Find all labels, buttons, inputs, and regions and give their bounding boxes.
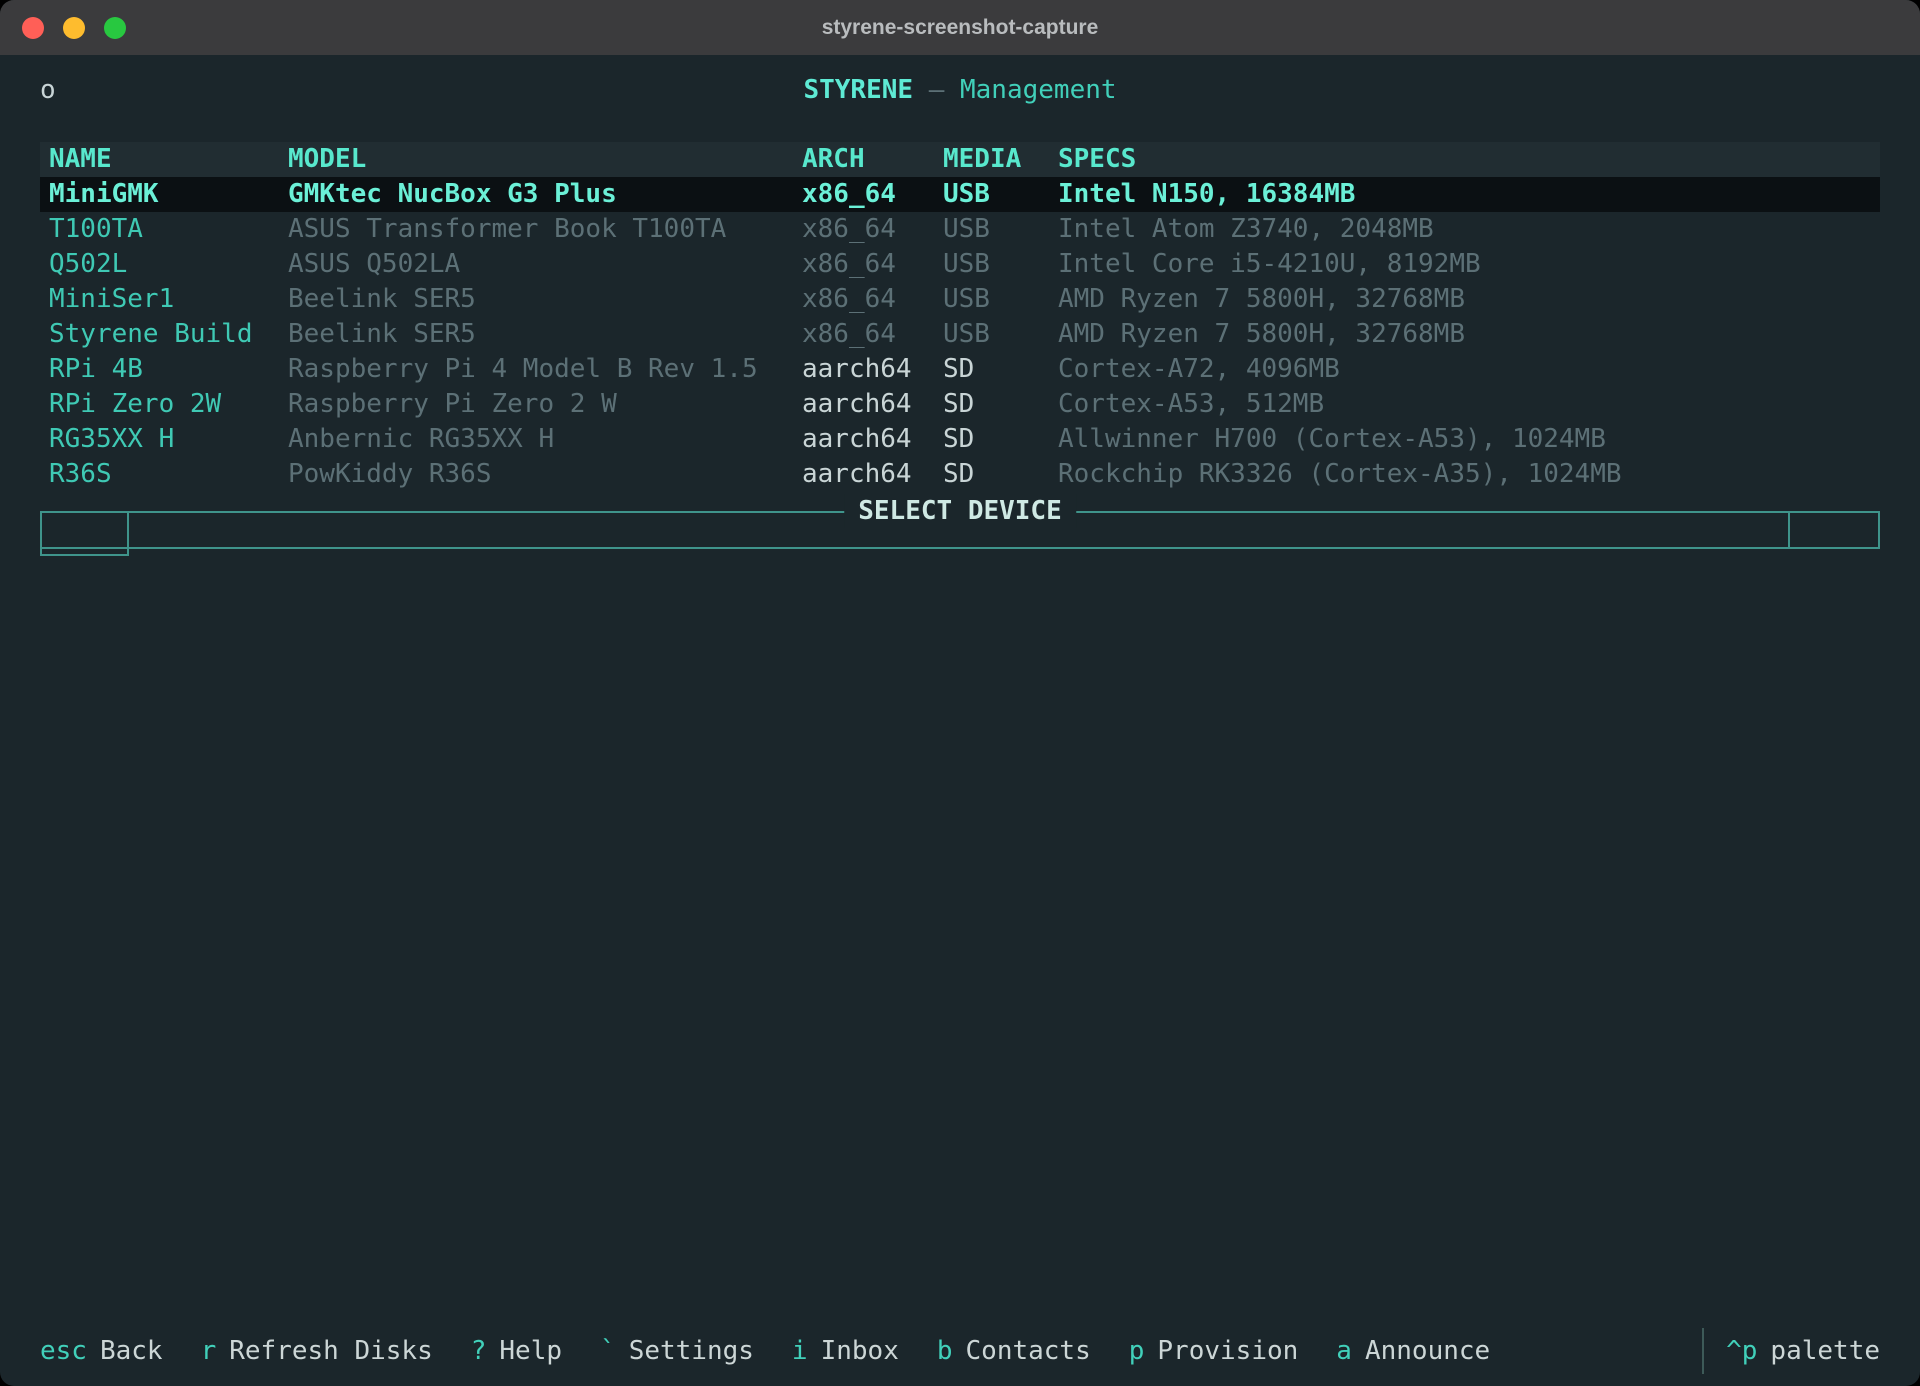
cell-media: SD [943, 422, 1058, 457]
cell-model: ASUS Q502LA [288, 247, 802, 282]
cell-specs: Cortex-A53, 512MB [1058, 387, 1880, 422]
table-row[interactable]: T100TA ASUS Transformer Book T100TA x86_… [40, 212, 1880, 247]
table-row[interactable]: Styrene Build Beelink SER5 x86_64 USB AM… [40, 317, 1880, 352]
cell-name: RPi 4B [49, 352, 288, 387]
cell-name: T100TA [49, 212, 288, 247]
app-name: STYRENE [803, 75, 913, 105]
cell-name: MiniGMK [49, 177, 288, 212]
zoom-button[interactable] [104, 17, 126, 39]
cell-media: USB [943, 282, 1058, 317]
cell-media: USB [943, 317, 1058, 352]
cell-model: ASUS Transformer Book T100TA [288, 212, 802, 247]
select-device-label: SELECT DEVICE [844, 494, 1076, 528]
cell-arch: aarch64 [802, 352, 943, 387]
column-header-arch: ARCH [802, 142, 943, 177]
cell-media: SD [943, 387, 1058, 422]
traffic-lights [22, 17, 126, 39]
shortcut-settings[interactable]: `Settings [600, 1336, 754, 1366]
cell-name: RPi Zero 2W [49, 387, 288, 422]
shortcut-refresh-disks[interactable]: rRefresh Disks [201, 1336, 433, 1366]
cell-name: Styrene Build [49, 317, 288, 352]
table-row[interactable]: RPi 4B Raspberry Pi 4 Model B Rev 1.5 aa… [40, 352, 1880, 387]
cell-media: SD [943, 352, 1058, 387]
cell-name: RG35XX H [49, 422, 288, 457]
cell-media: USB [943, 177, 1058, 212]
footer-shortcuts: escBack rRefresh Disks ?Help `Settings i… [40, 1336, 1528, 1366]
palette-shortcut-label[interactable]: palette [1770, 1336, 1880, 1366]
app-header: o STYRENE — Management [40, 73, 1880, 108]
cell-media: USB [943, 247, 1058, 282]
cell-model: Raspberry Pi 4 Model B Rev 1.5 [288, 352, 802, 387]
cell-media: USB [943, 212, 1058, 247]
cell-arch: x86_64 [802, 212, 943, 247]
cell-arch: x86_64 [802, 317, 943, 352]
footer-divider [1702, 1328, 1704, 1374]
table-row[interactable]: RG35XX H Anbernic RG35XX H aarch64 SD Al… [40, 422, 1880, 457]
titlebar: styrene-screenshot-capture [0, 0, 1920, 55]
cell-arch: aarch64 [802, 457, 943, 492]
shortcut-help[interactable]: ?Help [471, 1336, 562, 1366]
table-row[interactable]: RPi Zero 2W Raspberry Pi Zero 2 W aarch6… [40, 387, 1880, 422]
cell-arch: aarch64 [802, 387, 943, 422]
header-separator: — [929, 75, 960, 105]
cell-model: PowKiddy R36S [288, 457, 802, 492]
select-prompt-cell [40, 511, 129, 556]
shortcut-announce[interactable]: aAnnounce [1336, 1336, 1490, 1366]
minimize-button[interactable] [63, 17, 85, 39]
cell-specs: Intel Core i5-4210U, 8192MB [1058, 247, 1880, 282]
column-header-model: MODEL [288, 142, 802, 177]
shortcut-back[interactable]: escBack [40, 1336, 163, 1366]
cell-specs: Cortex-A72, 4096MB [1058, 352, 1880, 387]
cell-specs: Intel N150, 16384MB [1058, 177, 1880, 212]
window-title: styrene-screenshot-capture [822, 16, 1099, 40]
cell-arch: aarch64 [802, 422, 943, 457]
device-table-body: MiniGMK GMKtec NucBox G3 Plus x86_64 USB… [40, 177, 1880, 492]
table-row[interactable]: MiniSer1 Beelink SER5 x86_64 USB AMD Ryz… [40, 282, 1880, 317]
shortcut-inbox[interactable]: iInbox [792, 1336, 899, 1366]
cell-name: R36S [49, 457, 288, 492]
device-table: NAME MODEL ARCH MEDIA SPECS MiniGMK GMKt… [40, 142, 1880, 492]
select-right-divider [1788, 511, 1790, 549]
column-header-specs: SPECS [1058, 142, 1880, 177]
cell-model: Anbernic RG35XX H [288, 422, 802, 457]
cell-model: Beelink SER5 [288, 282, 802, 317]
table-row[interactable]: Q502L ASUS Q502LA x86_64 USB Intel Core … [40, 247, 1880, 282]
palette-shortcut-key: ^p [1726, 1336, 1757, 1366]
table-row[interactable]: R36S PowKiddy R36S aarch64 SD Rockchip R… [40, 457, 1880, 492]
select-device-widget: SELECT DEVICE [40, 511, 1880, 557]
table-header-row: NAME MODEL ARCH MEDIA SPECS [40, 142, 1880, 177]
close-button[interactable] [22, 17, 44, 39]
cell-specs: AMD Ryzen 7 5800H, 32768MB [1058, 282, 1880, 317]
cell-specs: AMD Ryzen 7 5800H, 32768MB [1058, 317, 1880, 352]
cell-model: GMKtec NucBox G3 Plus [288, 177, 802, 212]
cell-arch: x86_64 [802, 247, 943, 282]
column-header-media: MEDIA [943, 142, 1058, 177]
table-row[interactable]: MiniGMK GMKtec NucBox G3 Plus x86_64 USB… [40, 177, 1880, 212]
shortcut-contacts[interactable]: bContacts [937, 1336, 1091, 1366]
cell-arch: x86_64 [802, 177, 943, 212]
spinner-icon: o [40, 73, 56, 108]
cell-name: Q502L [49, 247, 288, 282]
header-section: Management [960, 75, 1117, 105]
column-header-name: NAME [49, 142, 288, 177]
cell-name: MiniSer1 [49, 282, 288, 317]
cell-specs: Rockchip RK3326 (Cortex-A35), 1024MB [1058, 457, 1880, 492]
footer-right: ^p palette [1702, 1328, 1880, 1374]
app-window: styrene-screenshot-capture o STYRENE — M… [0, 0, 1920, 1386]
cell-model: Raspberry Pi Zero 2 W [288, 387, 802, 422]
footer-bar: escBack rRefresh Disks ?Help `Settings i… [0, 1316, 1920, 1386]
cell-specs: Allwinner H700 (Cortex-A53), 1024MB [1058, 422, 1880, 457]
terminal-content: o STYRENE — Management NAME MODEL ARCH M… [0, 55, 1920, 1386]
cell-arch: x86_64 [802, 282, 943, 317]
cell-specs: Intel Atom Z3740, 2048MB [1058, 212, 1880, 247]
shortcut-provision[interactable]: pProvision [1129, 1336, 1299, 1366]
cell-model: Beelink SER5 [288, 317, 802, 352]
cell-media: SD [943, 457, 1058, 492]
